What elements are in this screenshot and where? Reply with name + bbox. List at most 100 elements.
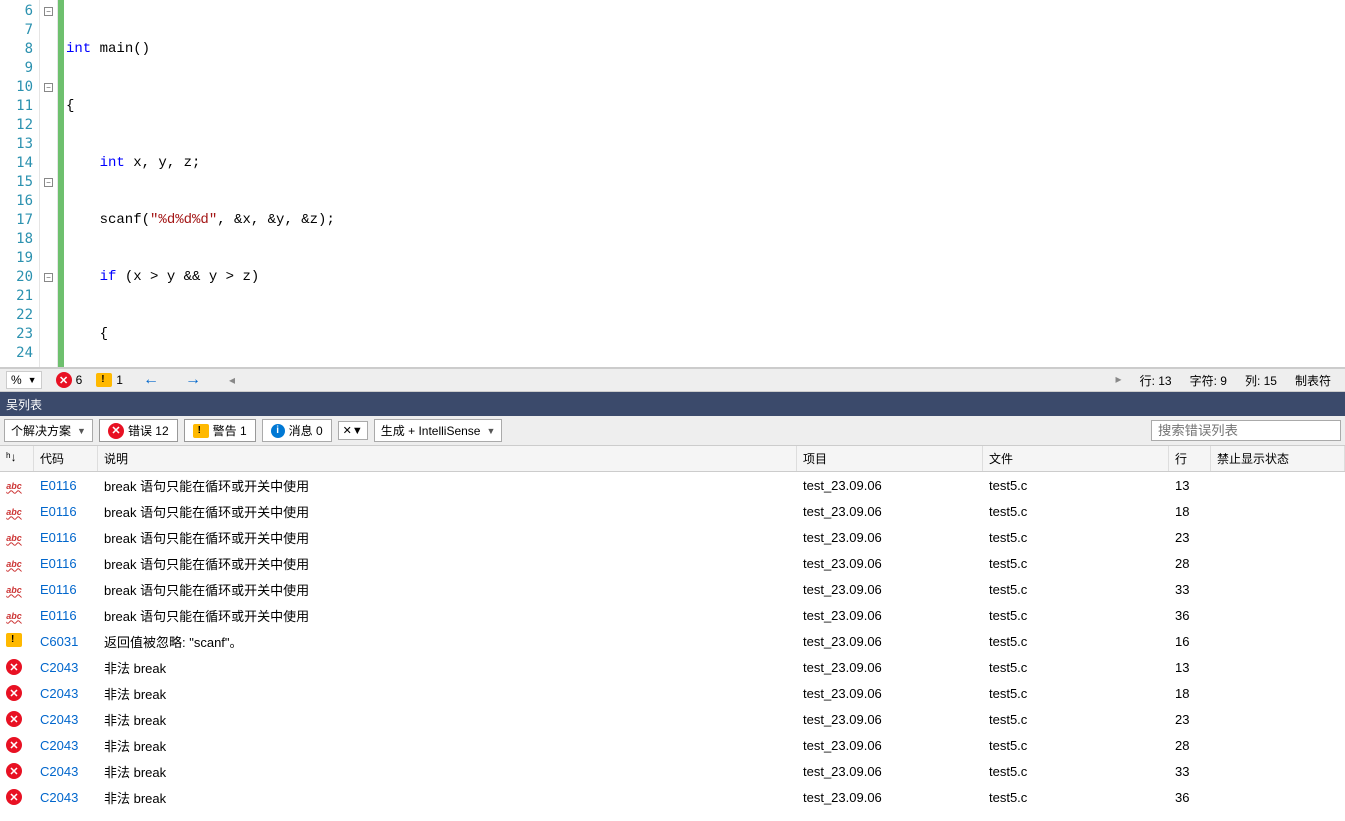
error-description: break 语句只能在循环或开关中使用: [98, 528, 797, 547]
status-errors[interactable]: ✕6: [56, 372, 83, 388]
error-code[interactable]: C2043: [34, 686, 98, 701]
intellisense-icon: abc: [6, 504, 22, 520]
error-description: 非法 break: [98, 684, 797, 703]
error-project: test_23.09.06: [797, 764, 983, 779]
error-line: 18: [1169, 686, 1211, 701]
col-suppress-state[interactable]: 禁止显示状态: [1211, 446, 1345, 471]
error-list-header[interactable]: ʰ↓ 代码 说明 项目 文件 行 禁止显示状态: [0, 446, 1345, 472]
warnings-filter-button[interactable]: 警告 1: [184, 419, 256, 442]
error-line: 23: [1169, 530, 1211, 545]
errors-filter-button[interactable]: ✕错误 12: [99, 419, 178, 442]
error-row[interactable]: abcE0116break 语句只能在循环或开关中使用test_23.09.06…: [0, 550, 1345, 576]
error-code[interactable]: E0116: [34, 608, 98, 623]
warning-icon: [6, 633, 22, 647]
error-description: 非法 break: [98, 658, 797, 677]
error-row[interactable]: ✕C2043非法 breaktest_23.09.06test5.c33: [0, 758, 1345, 784]
error-line: 36: [1169, 608, 1211, 623]
col-line[interactable]: 行: [1169, 446, 1211, 471]
error-file: test5.c: [983, 582, 1169, 597]
col-project[interactable]: 项目: [797, 446, 983, 471]
error-code[interactable]: C2043: [34, 660, 98, 675]
error-file: test5.c: [983, 790, 1169, 805]
error-icon: ✕: [6, 711, 22, 727]
cursor-line: 行: 13: [1140, 372, 1172, 389]
error-description: break 语句只能在循环或开关中使用: [98, 502, 797, 521]
error-line: 28: [1169, 738, 1211, 753]
error-code[interactable]: E0116: [34, 556, 98, 571]
error-code[interactable]: C2043: [34, 790, 98, 805]
error-file: test5.c: [983, 686, 1169, 701]
error-description: 非法 break: [98, 710, 797, 729]
error-row[interactable]: ✕C2043非法 breaktest_23.09.06test5.c28: [0, 732, 1345, 758]
col-file[interactable]: 文件: [983, 446, 1169, 471]
error-project: test_23.09.06: [797, 790, 983, 805]
error-icon: ✕: [108, 423, 124, 439]
build-intellisense-dropdown[interactable]: 生成 + IntelliSense▼: [374, 419, 503, 442]
error-file: test5.c: [983, 530, 1169, 545]
error-project: test_23.09.06: [797, 478, 983, 493]
error-line: 16: [1169, 634, 1211, 649]
error-description: break 语句只能在循环或开关中使用: [98, 580, 797, 599]
nav-prev-button[interactable]: ←: [137, 371, 165, 389]
code-area[interactable]: int main() { int x, y, z; scanf("%d%d%d"…: [64, 0, 1345, 367]
intellisense-icon: abc: [6, 530, 22, 546]
error-row[interactable]: ✕C2043非法 breaktest_23.09.06test5.c23: [0, 706, 1345, 732]
error-description: break 语句只能在循环或开关中使用: [98, 476, 797, 495]
scroll-left-icon[interactable]: ◂: [229, 373, 235, 387]
error-project: test_23.09.06: [797, 686, 983, 701]
col-code[interactable]: 代码: [34, 446, 98, 471]
error-list-toolbar: 个解决方案▼ ✕错误 12 警告 1 i消息 0 ✕▼ 生成 + Intelli…: [0, 416, 1345, 446]
error-line: 33: [1169, 582, 1211, 597]
warning-icon: [96, 373, 112, 387]
messages-filter-button[interactable]: i消息 0: [262, 419, 332, 442]
error-row[interactable]: ✕C2043非法 breaktest_23.09.06test5.c36: [0, 784, 1345, 810]
indent-mode: 制表符: [1295, 372, 1331, 389]
error-row[interactable]: abcE0116break 语句只能在循环或开关中使用test_23.09.06…: [0, 472, 1345, 498]
error-icon: ✕: [6, 685, 22, 701]
error-description: break 语句只能在循环或开关中使用: [98, 554, 797, 573]
error-row[interactable]: abcE0116break 语句只能在循环或开关中使用test_23.09.06…: [0, 576, 1345, 602]
error-project: test_23.09.06: [797, 634, 983, 649]
error-code[interactable]: E0116: [34, 504, 98, 519]
error-list-panel-title: 吴列表: [0, 392, 1345, 416]
col-icon[interactable]: ʰ↓: [0, 446, 34, 471]
error-code[interactable]: E0116: [34, 582, 98, 597]
clear-filter-button[interactable]: ✕▼: [338, 421, 368, 440]
error-file: test5.c: [983, 712, 1169, 727]
error-project: test_23.09.06: [797, 712, 983, 727]
error-code[interactable]: E0116: [34, 530, 98, 545]
error-description: 非法 break: [98, 736, 797, 755]
error-project: test_23.09.06: [797, 660, 983, 675]
error-code[interactable]: C2043: [34, 712, 98, 727]
scroll-right-icon[interactable]: ▸: [1116, 372, 1122, 389]
error-description: 非法 break: [98, 788, 797, 807]
error-icon: ✕: [6, 659, 22, 675]
code-editor[interactable]: 6789101112131415161718192021222324 −−−− …: [0, 0, 1345, 368]
error-row[interactable]: abcE0116break 语句只能在循环或开关中使用test_23.09.06…: [0, 498, 1345, 524]
intellisense-icon: abc: [6, 582, 22, 598]
error-file: test5.c: [983, 764, 1169, 779]
error-project: test_23.09.06: [797, 738, 983, 753]
warning-icon: [193, 424, 209, 438]
error-row[interactable]: abcE0116break 语句只能在循环或开关中使用test_23.09.06…: [0, 602, 1345, 628]
error-search-input[interactable]: [1151, 420, 1341, 441]
zoom-dropdown[interactable]: %▼: [6, 371, 42, 389]
error-code[interactable]: E0116: [34, 478, 98, 493]
error-row[interactable]: abcE0116break 语句只能在循环或开关中使用test_23.09.06…: [0, 524, 1345, 550]
nav-next-button[interactable]: →: [179, 371, 207, 389]
fold-gutter[interactable]: −−−−: [40, 0, 58, 367]
error-line: 13: [1169, 660, 1211, 675]
status-warnings[interactable]: 1: [96, 373, 123, 387]
error-line: 18: [1169, 504, 1211, 519]
error-project: test_23.09.06: [797, 608, 983, 623]
error-row[interactable]: C6031返回值被忽略: "scanf"。test_23.09.06test5.…: [0, 628, 1345, 654]
error-code[interactable]: C2043: [34, 738, 98, 753]
col-description[interactable]: 说明: [98, 446, 797, 471]
error-code[interactable]: C6031: [34, 634, 98, 649]
error-row[interactable]: ✕C2043非法 breaktest_23.09.06test5.c13: [0, 654, 1345, 680]
error-row[interactable]: ✕ C2043非法 breaktest_23.09.06test5.c18: [0, 680, 1345, 706]
error-file: test5.c: [983, 556, 1169, 571]
error-list[interactable]: abcE0116break 语句只能在循环或开关中使用test_23.09.06…: [0, 472, 1345, 821]
error-code[interactable]: C2043: [34, 764, 98, 779]
solution-scope-dropdown[interactable]: 个解决方案▼: [4, 419, 93, 442]
